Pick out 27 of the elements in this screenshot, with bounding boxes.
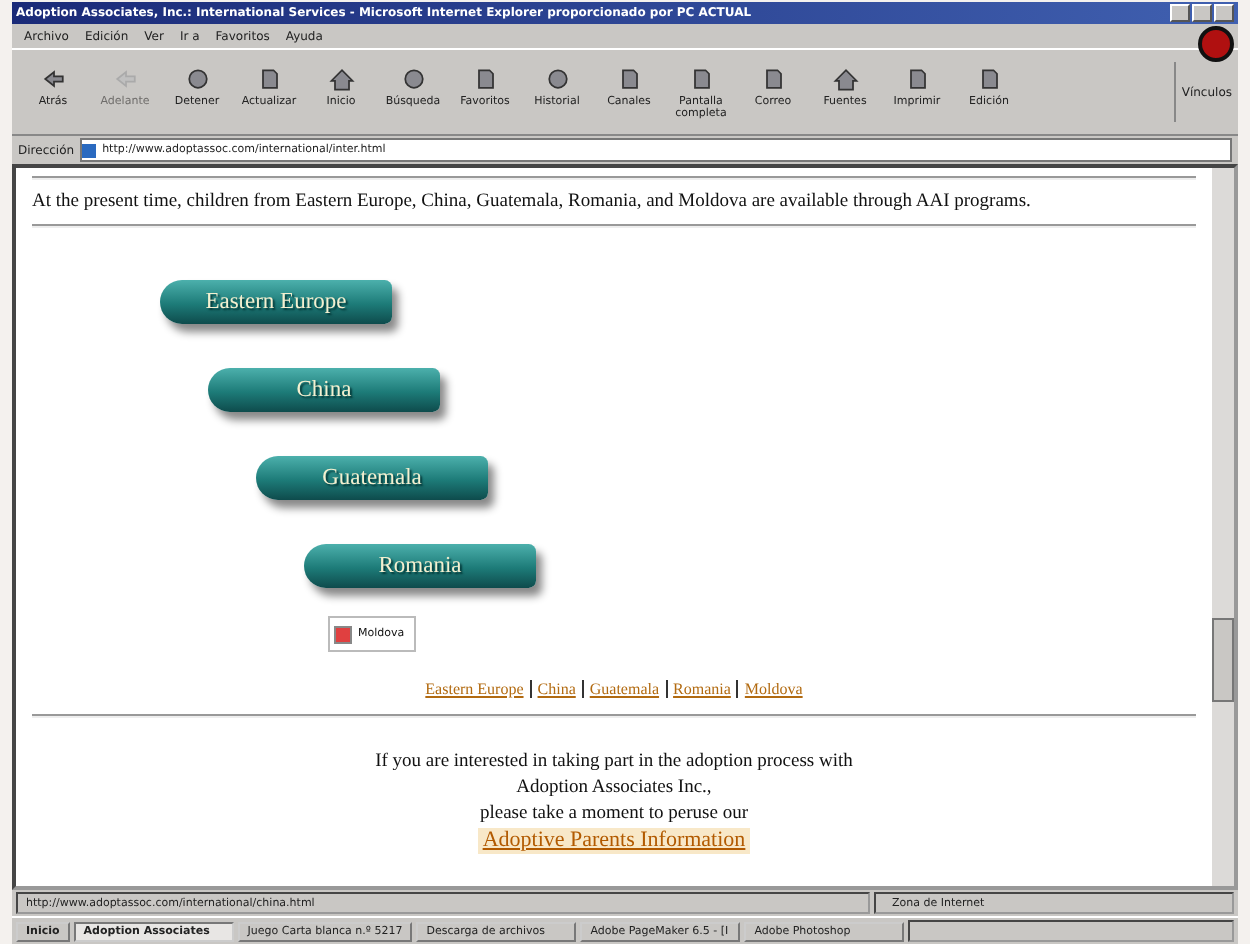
region-button[interactable]: China: [208, 368, 440, 412]
circle-icon: [399, 65, 427, 91]
circle-icon: [543, 65, 571, 91]
footer-text: If you are interested in taking part in the adoption process with: [375, 750, 853, 776]
region-link[interactable]: Guatemala: [581, 680, 666, 698]
region-button[interactable]: Guatemala: [256, 456, 488, 500]
footer-text: Adoption Associates Inc.,: [516, 776, 712, 802]
region-link[interactable]: Romania: [665, 680, 737, 698]
house-icon: [327, 65, 355, 91]
region-link[interactable]: China: [529, 680, 582, 698]
broken-image-icon: [334, 625, 352, 643]
arrow-icon: [111, 65, 139, 91]
region-button[interactable]: Romania: [304, 544, 536, 588]
region-button[interactable]: Eastern Europe: [160, 280, 392, 324]
close-button[interactable]: [1214, 4, 1234, 22]
footer-text: please take a moment to peruse our: [479, 802, 748, 828]
maximize-button[interactable]: [1192, 4, 1212, 22]
scrollbar[interactable]: [1212, 168, 1234, 886]
intro-text: At the present time, children from Eastern Europe, China, Guatemala, Romania, and Moldova are available through AAI programs.: [32, 192, 1033, 212]
region-link[interactable]: Moldova: [736, 680, 809, 698]
arrow-icon: [39, 65, 67, 91]
minimize-button[interactable]: [1170, 4, 1190, 22]
region-link[interactable]: Eastern Europe: [419, 680, 530, 698]
scroll-thumb[interactable]: [1212, 618, 1234, 702]
house-icon: [831, 65, 859, 91]
circle-icon: [183, 65, 211, 91]
adoptive-parents-link[interactable]: Adoptive Parents Information: [478, 828, 750, 854]
